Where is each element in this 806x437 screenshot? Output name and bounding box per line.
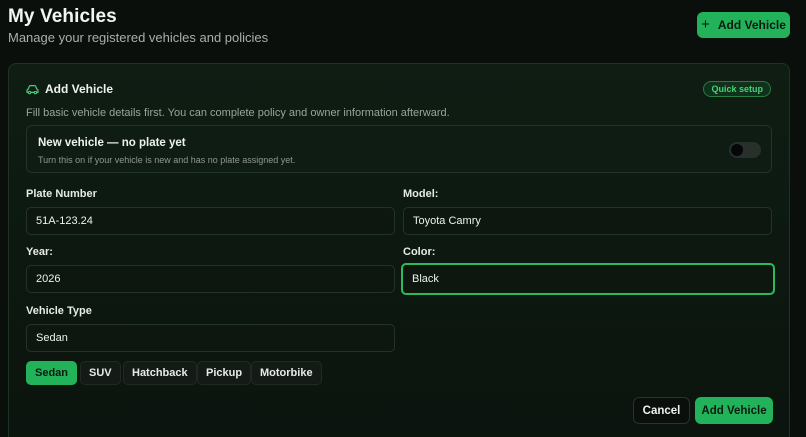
page-subtitle: Manage your registered vehicles and poli… xyxy=(8,30,269,45)
vehicle-type-input[interactable] xyxy=(26,324,395,352)
year-input[interactable] xyxy=(26,265,395,293)
type-chip-sedan[interactable]: Sedan xyxy=(26,361,78,385)
new-vehicle-switch[interactable] xyxy=(729,142,761,158)
plate-number-label: Plate Number xyxy=(26,188,97,200)
type-chip-pickup[interactable]: Pickup xyxy=(197,361,252,385)
type-chip-hatchback[interactable]: Hatchback xyxy=(123,361,197,385)
color-input[interactable] xyxy=(401,263,775,295)
page-title: My Vehicles xyxy=(8,6,117,27)
color-label: Color: xyxy=(403,246,436,258)
card-title: Add Vehicle xyxy=(45,82,114,96)
card-description: Fill basic vehicle details first. You ca… xyxy=(26,107,450,119)
switch-knob xyxy=(731,144,743,156)
cancel-button[interactable]: Cancel xyxy=(633,397,690,424)
model-input[interactable] xyxy=(403,207,772,235)
plus-icon: + xyxy=(701,16,710,33)
type-chip-motorbike[interactable]: Motorbike xyxy=(251,361,322,385)
add-vehicle-card: Add Vehicle Quick setup Fill basic vehic… xyxy=(8,63,790,437)
new-vehicle-toggle-hint: Turn this on if your vehicle is new and … xyxy=(38,155,296,165)
quick-setup-badge: Quick setup xyxy=(703,81,771,97)
card-header: Add Vehicle xyxy=(26,82,113,96)
page: My Vehicles Manage your registered vehic… xyxy=(0,0,806,437)
plate-number-input[interactable] xyxy=(26,207,395,235)
new-vehicle-toggle-title: New vehicle — no plate yet xyxy=(38,137,186,149)
header-add-vehicle-label: Add Vehicle xyxy=(717,18,786,32)
year-label: Year: xyxy=(26,246,53,258)
new-vehicle-toggle-row: New vehicle — no plate yet Turn this on … xyxy=(26,125,772,173)
car-icon xyxy=(26,84,39,94)
type-chip-suv[interactable]: SUV xyxy=(80,361,121,385)
page-header: My Vehicles Manage your registered vehic… xyxy=(8,6,790,54)
model-label: Model: xyxy=(403,188,439,200)
header-add-vehicle-button[interactable]: + Add Vehicle xyxy=(697,12,790,38)
vehicle-type-label: Vehicle Type xyxy=(26,305,92,317)
add-vehicle-submit-button[interactable]: Add Vehicle xyxy=(695,397,773,424)
